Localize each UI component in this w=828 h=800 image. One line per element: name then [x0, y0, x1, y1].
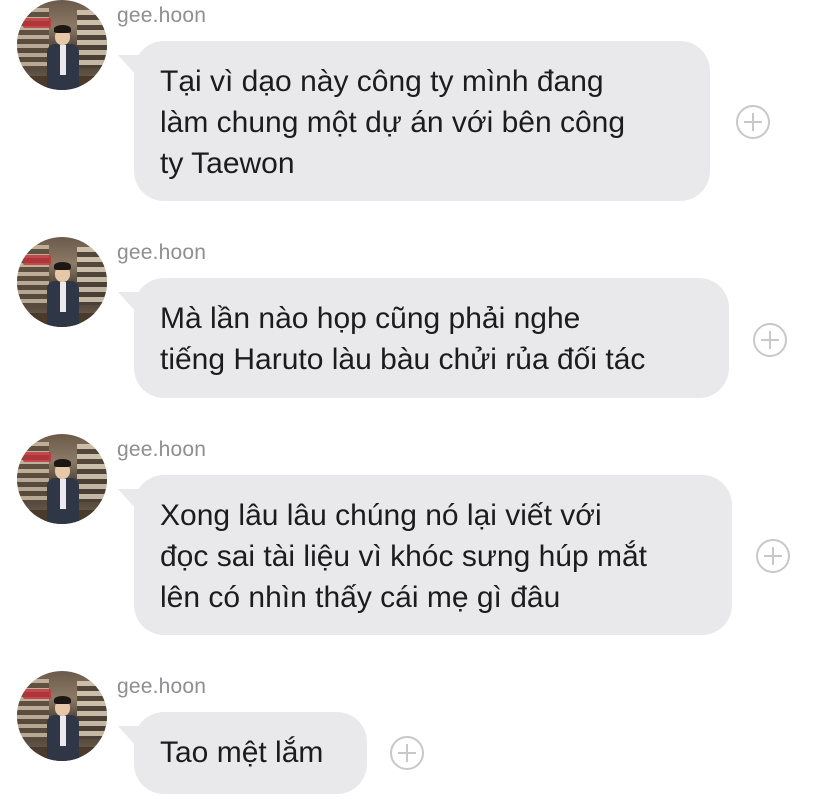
- sender-name: gee.hoon: [117, 241, 207, 264]
- plus-circle-icon[interactable]: [756, 539, 790, 573]
- sender-name: gee.hoon: [117, 4, 207, 27]
- message-bubble[interactable]: Mà lần nào họp cũng phải nghe tiếng Haru…: [134, 278, 729, 398]
- message-bubble[interactable]: Xong lâu lâu chúng nó lại viết với đọc s…: [134, 475, 732, 635]
- message-group: gee.hoon Xong lâu lâu chúng nó lại viết …: [0, 434, 828, 639]
- message-bubble[interactable]: Tại vì dạo này công ty mình đang làm chu…: [134, 41, 710, 201]
- sender-name: gee.hoon: [117, 675, 207, 698]
- plus-circle-icon[interactable]: [736, 105, 770, 139]
- plus-circle-icon[interactable]: [753, 323, 787, 357]
- sender-avatar[interactable]: [17, 671, 107, 761]
- plus-circle-icon[interactable]: [390, 736, 424, 770]
- message-group: gee.hoon Tao mệt lắm: [0, 671, 828, 800]
- message-group: gee.hoon Tại vì dạo này công ty mình đan…: [0, 0, 828, 210]
- message-group: gee.hoon Mà lần nào họp cũng phải nghe t…: [0, 237, 828, 402]
- sender-avatar[interactable]: [17, 434, 107, 524]
- sender-avatar[interactable]: [17, 0, 107, 90]
- sender-avatar[interactable]: [17, 237, 107, 327]
- message-bubble[interactable]: Tao mệt lắm: [134, 712, 367, 794]
- sender-name: gee.hoon: [117, 438, 207, 461]
